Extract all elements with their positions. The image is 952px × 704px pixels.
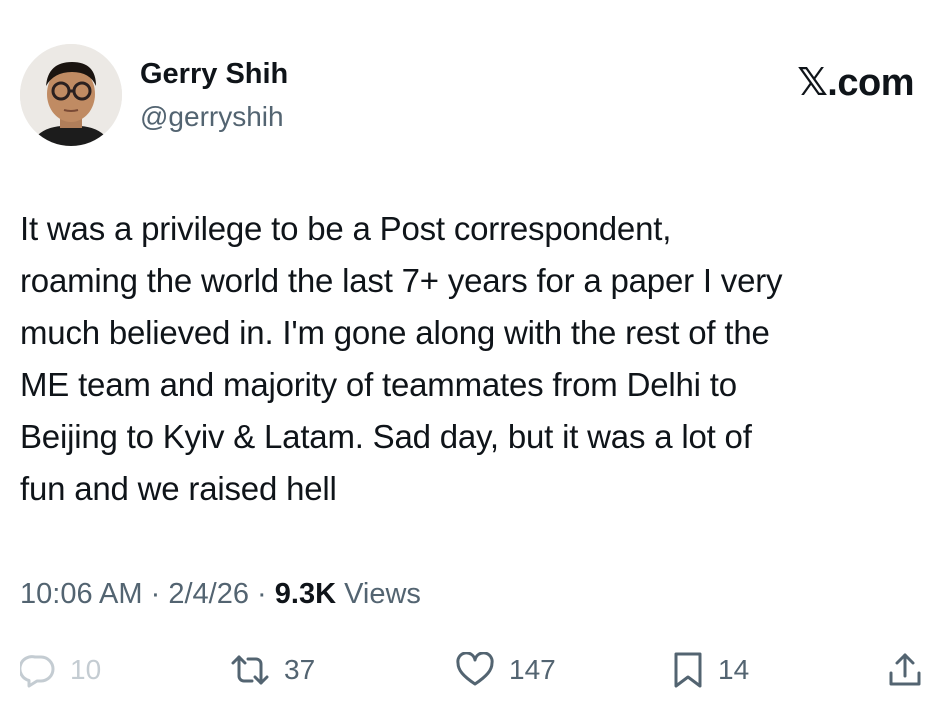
- reply-icon: [20, 652, 56, 688]
- tweet-line: fun and we raised hell: [20, 470, 337, 507]
- bookmark-icon: [672, 651, 704, 689]
- avatar[interactable]: [20, 44, 122, 146]
- like-count: 147: [509, 654, 556, 685]
- repost-count: 37: [284, 654, 316, 685]
- like-button[interactable]: 147: [455, 645, 556, 695]
- meta-separator: ·: [257, 578, 267, 610]
- meta-separator: ·: [150, 578, 161, 610]
- views-label: Views: [344, 578, 421, 610]
- brand-logo: 𝕏.com: [797, 62, 914, 104]
- tweet-line: roaming the world the last 7+ years for …: [20, 262, 783, 299]
- reply-button[interactable]: 10: [20, 645, 101, 695]
- repost-icon: [230, 652, 270, 688]
- action-bar: 10 37 147 14: [0, 645, 952, 695]
- repost-button[interactable]: 37: [230, 645, 315, 695]
- author-handle[interactable]: @gerryshih: [140, 101, 284, 133]
- tweet-date[interactable]: 2/4/26: [168, 578, 249, 610]
- reply-count: 10: [70, 654, 102, 685]
- share-button[interactable]: [887, 645, 923, 695]
- heart-icon: [455, 652, 495, 688]
- tweet-line: much believed in. I'm gone along with th…: [20, 314, 770, 351]
- tweet-meta: 10:06 AM · 2/4/26 · 9.3K Views: [20, 578, 421, 611]
- tweet-line: Beijing to Kyiv & Latam. Sad day, but it…: [20, 418, 752, 455]
- views-count: 9.3K: [274, 578, 337, 610]
- tweet-line: ME team and majority of teammates from D…: [20, 366, 737, 403]
- share-icon: [887, 651, 923, 689]
- tweet-time[interactable]: 10:06 AM: [20, 578, 143, 610]
- author-name[interactable]: Gerry Shih: [140, 58, 288, 91]
- tweet-text: It was a privilege to be a Post correspo…: [20, 203, 935, 515]
- tweet-card: Gerry Shih @gerryshih 𝕏.com It was a pri…: [0, 0, 952, 704]
- bookmark-button[interactable]: 14: [672, 645, 749, 695]
- tweet-line: It was a privilege to be a Post correspo…: [20, 210, 672, 247]
- bookmark-count: 14: [718, 654, 750, 685]
